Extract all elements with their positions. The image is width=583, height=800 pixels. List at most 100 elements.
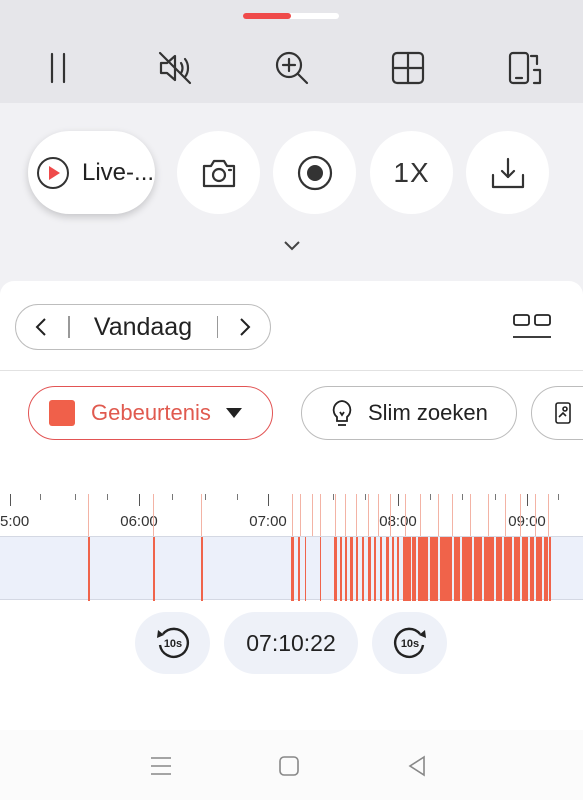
player-toolbar xyxy=(0,0,583,103)
forward-label: 10s xyxy=(400,638,418,650)
timeline-event-marker xyxy=(368,494,369,536)
image-filter-button[interactable] xyxy=(531,386,583,440)
timeline-event-bar[interactable] xyxy=(397,537,399,601)
timeline-event-bar[interactable] xyxy=(544,537,548,601)
app-root: Live-... 1X Vandaag Gebeurtenis Slim zoe… xyxy=(0,0,583,800)
event-filter-label: Gebeurtenis xyxy=(91,400,211,425)
timeline-event-bar[interactable] xyxy=(474,537,482,601)
record-button[interactable] xyxy=(273,131,356,214)
timeline-event-bar[interactable] xyxy=(430,537,438,601)
timeline-event-marker xyxy=(88,494,89,536)
timeline-event-bar[interactable] xyxy=(454,537,460,601)
video-progress-fill xyxy=(243,13,291,19)
timeline-event-marker xyxy=(356,494,357,536)
smart-search-label: Slim zoeken xyxy=(368,400,488,425)
timeline-label: 08:00 xyxy=(379,513,417,530)
view-toggle-button[interactable] xyxy=(512,311,552,341)
timeline-minor-tick xyxy=(237,494,238,500)
timeline-event-bar[interactable] xyxy=(522,537,528,601)
live-view-button[interactable]: Live-... xyxy=(28,131,155,214)
timeline-event-bar[interactable] xyxy=(201,537,203,601)
timeline-event-bar[interactable] xyxy=(386,537,389,601)
timeline-event-bar[interactable] xyxy=(153,537,155,601)
timeline-event-bar[interactable] xyxy=(291,537,294,601)
smart-search-button[interactable]: Slim zoeken xyxy=(301,386,517,440)
rotate-screen-button[interactable] xyxy=(505,48,545,88)
rewind-10s-button[interactable]: 10s xyxy=(135,612,210,674)
date-label[interactable]: Vandaag xyxy=(70,313,217,342)
date-selector: Vandaag xyxy=(15,304,271,350)
timeline-event-bar[interactable] xyxy=(403,537,411,601)
timeline-event-bar[interactable] xyxy=(374,537,376,601)
timeline-event-bar[interactable] xyxy=(514,537,520,601)
timeline-event-marker xyxy=(378,494,379,536)
timeline-event-bar[interactable] xyxy=(334,537,337,601)
zoom-in-icon xyxy=(275,51,309,85)
chevron-left-icon xyxy=(35,318,46,336)
timeline-event-bar[interactable] xyxy=(320,537,321,601)
timeline-event-marker xyxy=(488,494,489,536)
play-circle-icon xyxy=(37,156,69,189)
timeline-major-tick xyxy=(139,494,140,506)
back-button[interactable] xyxy=(404,753,430,779)
timeline-event-bar[interactable] xyxy=(298,537,300,601)
video-progress-bar[interactable] xyxy=(243,13,339,19)
timeline-event-bar[interactable] xyxy=(392,537,394,601)
timeline-event-marker xyxy=(420,494,421,536)
event-filter-button[interactable]: Gebeurtenis xyxy=(28,386,273,440)
timeline-event-marker xyxy=(505,494,506,536)
timeline-event-marker xyxy=(292,494,293,536)
chevron-down-icon xyxy=(284,241,300,251)
timeline-event-marker xyxy=(312,494,313,536)
zoom-in-button[interactable] xyxy=(272,48,312,88)
timeline-event-bar[interactable] xyxy=(530,537,534,601)
timeline-track[interactable] xyxy=(0,536,583,601)
timeline-event-marker xyxy=(320,494,321,536)
menu-button[interactable] xyxy=(148,753,174,779)
timeline-event-bar[interactable] xyxy=(496,537,502,601)
snapshot-button[interactable] xyxy=(177,131,260,214)
timeline-event-bar[interactable] xyxy=(356,537,358,601)
timeline-event-bar[interactable] xyxy=(462,537,472,601)
timeline-event-bar[interactable] xyxy=(549,537,551,601)
timeline-event-bar[interactable] xyxy=(350,537,353,601)
timeline-label: 09:00 xyxy=(508,513,546,530)
caret-down-icon xyxy=(225,408,242,418)
timeline-event-bar[interactable] xyxy=(305,537,306,601)
timeline-event-bar[interactable] xyxy=(362,537,364,601)
thumbnail-view-icon xyxy=(513,314,551,338)
timeline-event-bar[interactable] xyxy=(340,537,342,601)
timeline-event-bar[interactable] xyxy=(380,537,382,601)
timeline-event-bar[interactable] xyxy=(440,537,452,601)
forward-10s-icon: 10s xyxy=(393,627,426,658)
timeline-event-bar[interactable] xyxy=(412,537,416,601)
grid-layout-icon xyxy=(391,51,425,85)
next-day-button[interactable] xyxy=(218,305,270,349)
download-button[interactable] xyxy=(466,131,549,214)
current-time-display[interactable]: 07:10:22 xyxy=(224,612,358,674)
timeline[interactable]: 5:00 06:00 07:00 08:00 09:00 xyxy=(0,494,583,601)
timeline-event-marker xyxy=(438,494,439,536)
timeline-event-bar[interactable] xyxy=(368,537,371,601)
timeline-event-marker xyxy=(452,494,453,536)
pause-button[interactable] xyxy=(38,48,78,88)
previous-day-button[interactable] xyxy=(16,305,68,349)
grid-layout-button[interactable] xyxy=(388,48,428,88)
timeline-major-tick xyxy=(10,494,11,506)
timeline-event-bar[interactable] xyxy=(418,537,428,601)
forward-10s-button[interactable]: 10s xyxy=(372,612,447,674)
live-view-label: Live-... xyxy=(82,158,155,186)
timeline-event-bar[interactable] xyxy=(345,537,347,601)
home-button[interactable] xyxy=(276,753,302,779)
expand-controls-button[interactable] xyxy=(280,236,304,256)
timeline-major-tick xyxy=(268,494,269,506)
timeline-event-bar[interactable] xyxy=(484,537,494,601)
speed-button[interactable]: 1X xyxy=(370,131,453,214)
timeline-event-marker xyxy=(548,494,549,536)
timeline-event-bar[interactable] xyxy=(504,537,512,601)
mute-button[interactable] xyxy=(155,48,195,88)
timeline-event-bar[interactable] xyxy=(88,537,90,601)
timeline-event-bar[interactable] xyxy=(536,537,542,601)
section-divider xyxy=(0,370,583,371)
chevron-right-icon xyxy=(240,318,251,336)
